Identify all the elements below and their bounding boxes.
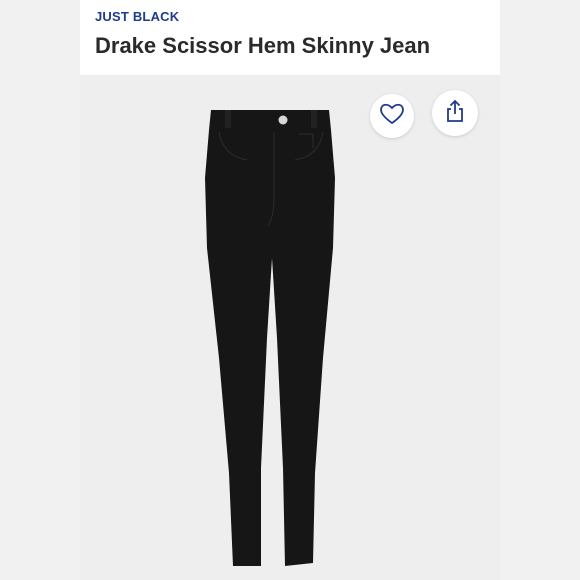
jeans-image [205, 110, 335, 566]
favorite-button[interactable] [370, 94, 414, 138]
brand-name[interactable]: JUST BLACK [95, 9, 179, 24]
waist-button [278, 115, 288, 125]
belt-loop [225, 110, 231, 128]
product-header: JUST BLACK Drake Scissor Hem Skinny Jean [80, 0, 500, 75]
share-icon [445, 99, 465, 128]
product-title: Drake Scissor Hem Skinny Jean [95, 33, 431, 58]
share-button[interactable] [432, 90, 478, 136]
belt-loop [311, 110, 317, 128]
heart-icon [379, 102, 405, 131]
jeans-body [205, 130, 335, 566]
